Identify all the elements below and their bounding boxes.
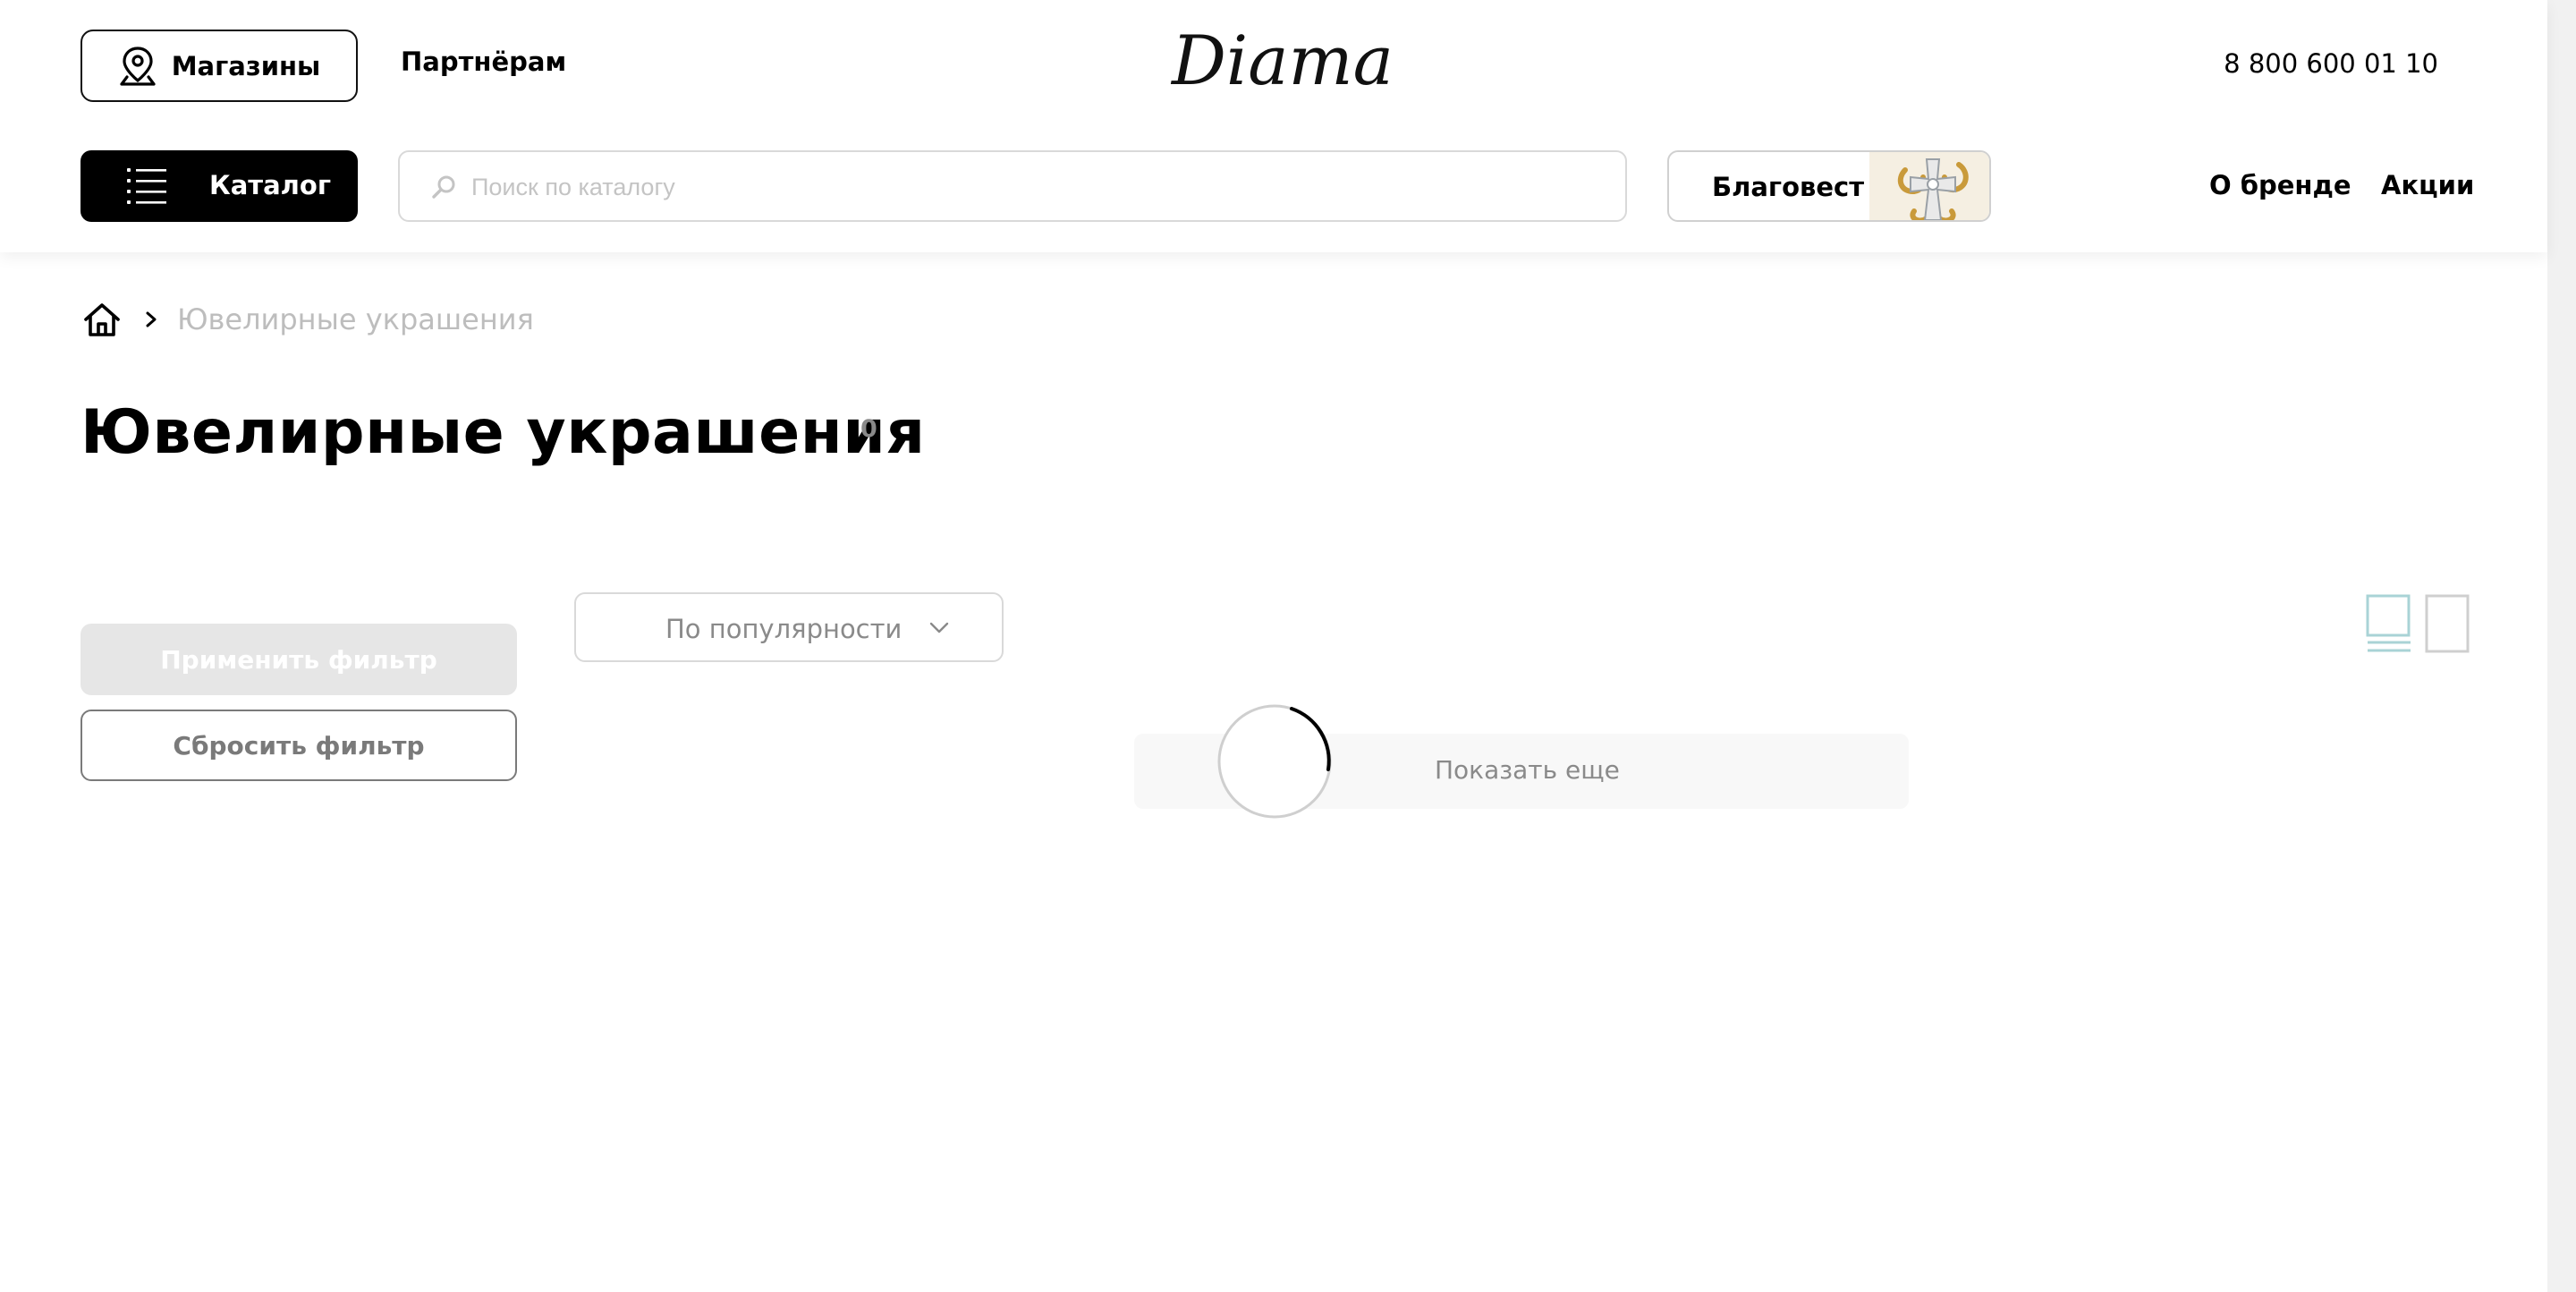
show-more-label: Показать еще	[1435, 755, 1620, 785]
breadcrumb-current: Ювелирные украшения	[177, 302, 534, 336]
logo-text: Diamant	[1170, 21, 1395, 100]
stores-label: Магазины	[171, 50, 321, 81]
catalog-label: Каталог	[209, 170, 331, 200]
page-title: Ювелирные украшения	[80, 397, 926, 468]
reset-filter-button[interactable]: Сбросить фильтр	[80, 710, 517, 781]
brand-logo[interactable]: Diamant	[1163, 16, 1395, 106]
nav-about-brand[interactable]: О бренде	[2209, 170, 2351, 200]
phone-link[interactable]: 8 800 600 01 10	[2224, 48, 2438, 79]
view-grid-icon[interactable]	[2425, 594, 2470, 653]
home-icon[interactable]	[82, 302, 122, 337]
catalog-button[interactable]: Каталог	[80, 150, 358, 222]
sort-select[interactable]: По популярности	[574, 592, 1004, 662]
promo-blagovest-button[interactable]: Благовест	[1667, 150, 1991, 222]
search-input[interactable]	[471, 163, 1598, 211]
cross-pendant-image	[1869, 152, 1989, 220]
view-list-icon[interactable]	[2366, 594, 2412, 653]
map-pin-icon	[120, 46, 156, 86]
menu-list-icon	[127, 168, 166, 204]
chevron-down-icon	[929, 622, 949, 633]
chevron-right-icon	[146, 311, 157, 327]
apply-filter-button[interactable]: Применить фильтр	[80, 624, 517, 695]
stores-button[interactable]: Магазины	[80, 30, 358, 102]
promo-label: Благовест	[1712, 172, 1865, 202]
search-box	[398, 150, 1627, 222]
partners-link[interactable]: Партнёрам	[401, 47, 566, 77]
page-scrollbar[interactable]	[2547, 0, 2576, 1292]
search-icon	[432, 175, 455, 199]
breadcrumb: Ювелирные украшения	[82, 299, 534, 340]
sort-selected-label: По популярности	[665, 614, 902, 644]
nav-promotions[interactable]: Акции	[2381, 170, 2474, 200]
spinner-icon	[1217, 704, 1332, 819]
product-count: 0	[860, 415, 877, 443]
site-header: Магазины Партнёрам Diamant 8 800 600 01 …	[0, 0, 2547, 252]
